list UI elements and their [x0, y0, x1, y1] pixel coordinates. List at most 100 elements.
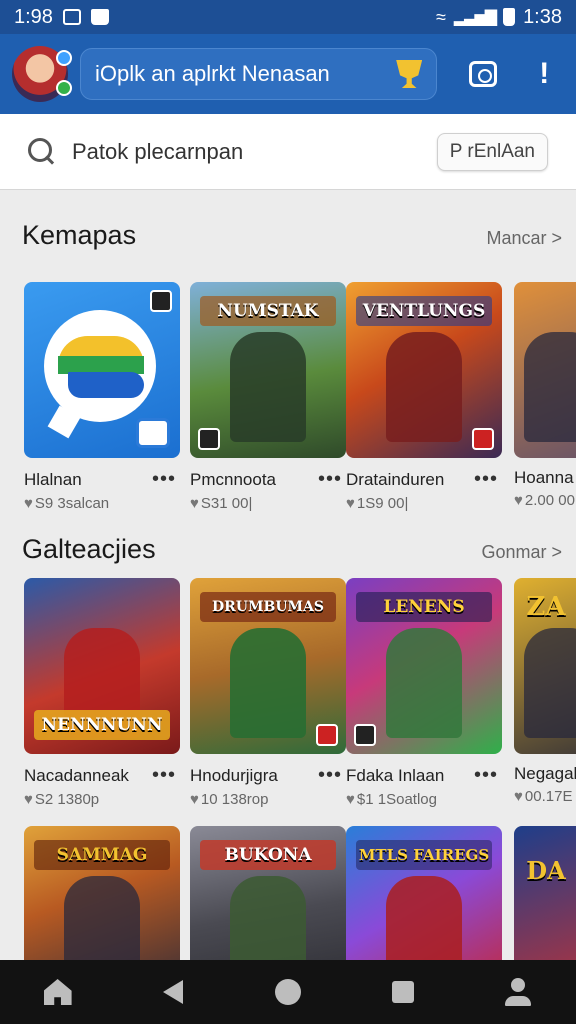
- app-card[interactable]: Hlalnan ••• ♥ S9 3salcan: [24, 282, 180, 512]
- recents-button[interactable]: [383, 972, 423, 1012]
- status-time-right: 1:38: [523, 5, 562, 28]
- avatar-badge-icon: [56, 50, 72, 66]
- card-title: Hlalnan: [24, 469, 82, 489]
- app-bar: iOplk an aplrkt Nenasan !: [0, 34, 576, 114]
- more-icon[interactable]: •••: [152, 764, 180, 787]
- card-meta: ♥ 00.17E: [514, 788, 576, 805]
- exclamation-icon: !: [539, 57, 550, 90]
- game-banner: ZA: [526, 592, 566, 622]
- search-input[interactable]: Patok plecarnpan: [72, 139, 243, 165]
- app-card[interactable]: NUMSTAK Pmcnnoota ••• ♥ S31 00|: [190, 282, 346, 512]
- game-banner: VENTLUNGS: [356, 296, 492, 326]
- profile-icon: [505, 978, 532, 1006]
- card-meta: ♥ $1 1Soatlog: [346, 791, 502, 808]
- app-card[interactable]: LENENS Fdaka Inlaan ••• ♥ $1 1Soatlog: [346, 578, 502, 808]
- profile-button[interactable]: [498, 972, 538, 1012]
- camera-button[interactable]: [463, 54, 502, 94]
- search-row: Patok plecarnpan P rEnlAan: [0, 114, 576, 190]
- avatar[interactable]: [12, 46, 72, 102]
- more-options-button[interactable]: !: [525, 54, 564, 94]
- home-button[interactable]: [38, 972, 78, 1012]
- character-figure: [230, 628, 306, 738]
- header-search-bar[interactable]: iOplk an aplrkt Nenasan: [80, 48, 438, 100]
- card-meta-text: 00.17E: [524, 788, 573, 805]
- card-name-row: Pmcnnoota •••: [190, 468, 346, 491]
- card-name-row: Negagal: [514, 764, 576, 784]
- character-figure: [524, 332, 576, 442]
- section-title: Kemapas: [22, 220, 137, 250]
- card-meta-text: S9 3salcan: [34, 495, 110, 512]
- wifi-icon: ≈: [435, 6, 446, 27]
- card-name-row: Hoanna: [514, 468, 576, 488]
- game-banner: BUKONA: [200, 840, 336, 870]
- card-name-row: Hlalnan •••: [24, 468, 180, 491]
- card-meta: ♥ 2.00 00|: [514, 492, 576, 509]
- card-meta: ♥ S31 00|: [190, 495, 346, 512]
- home-circle-button[interactable]: [268, 972, 308, 1012]
- card-meta: ♥ 10 138rop: [190, 791, 346, 808]
- app-card[interactable]: ZA Negagal ♥ 00.17E: [514, 578, 576, 805]
- rating-badge-icon: [198, 428, 220, 450]
- card-title: Nacadanneak: [24, 765, 129, 785]
- more-icon[interactable]: •••: [318, 764, 346, 787]
- card-meta-text: S31 00|: [200, 495, 253, 512]
- heart-icon: ♥: [514, 492, 523, 509]
- card-title: Negagal: [514, 764, 576, 783]
- card-meta: ♥ S9 3salcan: [24, 495, 180, 512]
- app-thumbnail: LENENS: [346, 578, 502, 754]
- heart-icon: ♥: [514, 788, 523, 805]
- card-meta: ♥ 1S9 00|: [346, 495, 502, 512]
- camera-icon: [468, 61, 497, 87]
- heart-icon: ♥: [190, 791, 199, 808]
- badge-icon: [150, 290, 172, 312]
- app-card[interactable]: VENTLUNGS Dratainduren ••• ♥ 1S9 00|: [346, 282, 502, 512]
- search-button[interactable]: P rEnlAan: [436, 132, 548, 171]
- more-icon[interactable]: •••: [152, 468, 180, 491]
- more-icon[interactable]: •••: [318, 468, 346, 491]
- chat-app-logo-icon: [44, 310, 156, 422]
- status-bar: 1:98 ≈ ▂▃▅▇ 1:38: [0, 0, 576, 34]
- status-time-left: 1:98: [14, 5, 53, 28]
- heart-icon: ♥: [346, 791, 355, 808]
- back-button[interactable]: [153, 972, 193, 1012]
- card-name-row: Fdaka Inlaan •••: [346, 764, 502, 787]
- section-more-link[interactable]: Gonmar >: [481, 542, 562, 563]
- game-banner: NENNNUNN: [34, 710, 170, 740]
- circle-icon: [274, 979, 301, 1005]
- rating-badge-icon: [316, 724, 338, 746]
- signal-icon: ▂▃▅▇: [453, 9, 497, 26]
- app-thumbnail: DRUMBUMAS: [190, 578, 346, 754]
- rating-badge-icon: [354, 724, 376, 746]
- section-more-link[interactable]: Mancar >: [486, 228, 562, 249]
- card-name-row: Dratainduren •••: [346, 468, 502, 491]
- heart-icon: ♥: [24, 495, 33, 512]
- card-title: Hoanna: [514, 468, 574, 487]
- more-icon[interactable]: •••: [474, 764, 502, 787]
- heart-icon: ♥: [190, 495, 199, 512]
- app-card[interactable]: DRUMBUMAS Hnodurjigra ••• ♥ 10 138rop: [190, 578, 346, 808]
- app-thumbnail: NUMSTAK: [190, 282, 346, 458]
- battery-icon: [503, 8, 516, 26]
- heart-icon: ♥: [346, 495, 355, 512]
- more-icon[interactable]: •••: [474, 468, 502, 491]
- app-thumbnail: NENNNUNN: [24, 578, 180, 754]
- trophy-icon[interactable]: [396, 60, 423, 88]
- card-title: Hnodurjigra: [190, 765, 278, 785]
- notification-icon: [62, 9, 81, 25]
- card-title: Dratainduren: [346, 469, 445, 489]
- game-banner: NUMSTAK: [200, 296, 336, 326]
- back-icon: [162, 980, 183, 1004]
- card-meta-text: 10 138rop: [200, 791, 269, 808]
- section-title: Galteacjies: [22, 534, 156, 564]
- character-figure: [386, 332, 462, 442]
- navigation-bar: [0, 960, 576, 1024]
- app-card[interactable]: Hoanna ♥ 2.00 00|: [514, 282, 576, 509]
- character-figure: [230, 332, 306, 442]
- heart-icon: ♥: [24, 791, 33, 808]
- character-figure: [386, 628, 462, 738]
- game-banner: LENENS: [356, 592, 492, 622]
- app-card[interactable]: NENNNUNN Nacadanneak ••• ♥ S2 1380p: [24, 578, 180, 808]
- app-thumbnail: VENTLUNGS: [346, 282, 502, 458]
- card-title: Fdaka Inlaan: [346, 765, 445, 785]
- card-meta-text: 1S9 00|: [356, 495, 409, 512]
